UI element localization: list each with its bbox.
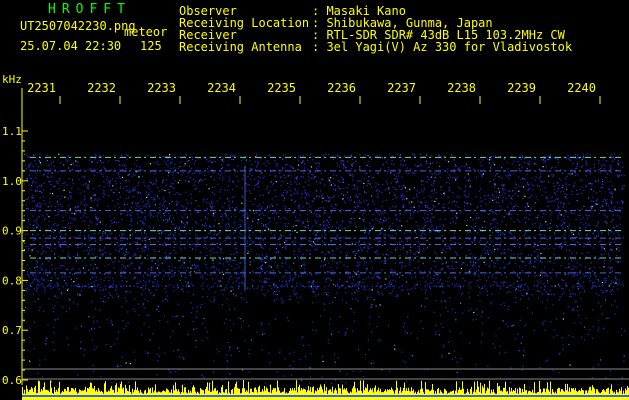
y-tick-label: 0.7	[2, 324, 22, 337]
datetime-label: 25.07.04 22:30	[20, 39, 122, 53]
y-tick-label: 0.9	[2, 225, 22, 238]
axes: 1.1 1.0 0.9 0.8 0.7 0.6 2231 2232 2233 2234 2235 22…	[2, 81, 629, 387]
info-values: : Masaki Kano : Shibukawa, Gunma, Japan …	[312, 5, 572, 53]
spectrogram-plot: 1.1 1.0 0.9 0.8 0.7 0.6 2231 2232 2233 2234 2235 22…	[2, 81, 629, 400]
y-tick-label: 1.1	[2, 125, 22, 138]
x-tick-label: 2234	[207, 81, 236, 95]
y-tick-label: 0.8	[2, 274, 22, 287]
x-tick-label: 2232	[87, 81, 116, 95]
x-tick-label: 2239	[507, 81, 536, 95]
mode-label: meteor	[124, 25, 168, 39]
info-labels: Observer Receiving Location Receiver Rec…	[179, 5, 309, 53]
x-tick-label: 2235	[267, 81, 296, 95]
antenna-label: Receiving Antenna	[179, 40, 302, 54]
filename-label: UT2507042230.png	[20, 19, 136, 33]
antenna-value: : 3el Yagi(V) Az 330 for Vladivostok	[312, 40, 573, 54]
x-tick-label: 2231	[27, 81, 56, 95]
bottom-intensity-bar	[22, 380, 629, 400]
x-tick-label: 2236	[327, 81, 356, 95]
brand-title: HROFFT	[48, 2, 131, 17]
x-tick-label: 2238	[447, 81, 476, 95]
x-tick-label: 2237	[387, 81, 416, 95]
y-tick-label: 1.0	[2, 175, 22, 188]
count-label: 125	[140, 39, 162, 53]
x-tick-label: 2233	[147, 81, 176, 95]
noise-layer	[22, 153, 625, 400]
x-tick-label: 2240	[567, 81, 596, 95]
y-tick-label: 0.6	[2, 374, 22, 387]
y-unit-label: kHz	[2, 73, 22, 86]
